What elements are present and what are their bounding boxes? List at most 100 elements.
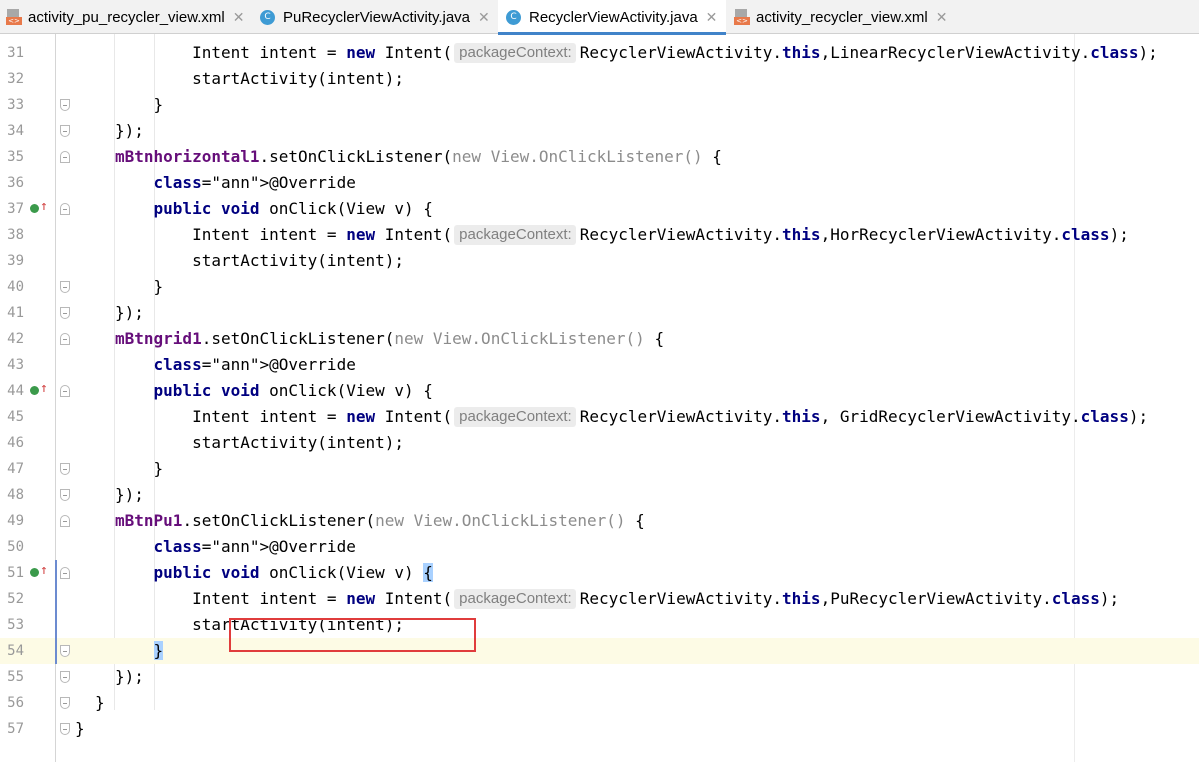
code-line[interactable]: 50 class="ann">@Override xyxy=(0,534,1199,560)
fold-close-icon[interactable] xyxy=(60,281,70,293)
line-number: 39 xyxy=(7,253,24,269)
tab-pu-recycler-view-activity-java[interactable]: C PuRecyclerViewActivity.java ✕ xyxy=(252,0,496,34)
override-method-icon[interactable]: ↑ xyxy=(30,200,50,216)
code-text: }); xyxy=(115,303,144,322)
code-line[interactable]: 41}); xyxy=(0,300,1199,326)
code-line[interactable]: 37 public void onClick(View v) {↑ xyxy=(0,196,1199,222)
code-text: } xyxy=(75,719,85,738)
highlight-box xyxy=(229,618,476,652)
line-number: 43 xyxy=(7,357,24,373)
code-text: } xyxy=(115,95,164,114)
line-number: 50 xyxy=(7,539,24,555)
tab-activity-recycler-view-xml[interactable]: <> activity_recycler_view.xml ✕ xyxy=(728,0,968,34)
tab-recycler-view-activity-java[interactable]: C RecyclerViewActivity.java ✕ xyxy=(498,0,726,35)
code-line[interactable]: 45 Intent intent = new Intent(packageCon… xyxy=(0,404,1199,430)
fold-open-icon[interactable] xyxy=(60,385,70,397)
parameter-hint: packageContext: xyxy=(454,589,576,609)
line-number: 45 xyxy=(7,409,24,425)
fold-close-icon[interactable] xyxy=(60,671,70,683)
code-text: }); xyxy=(115,485,144,504)
code-text: mBtnPu1.setOnClickListener(new View.OnCl… xyxy=(115,511,645,530)
code-line[interactable]: 54 } xyxy=(0,638,1199,664)
fold-close-icon[interactable] xyxy=(60,125,70,137)
code-text: mBtnhorizontal1.setOnClickListener(new V… xyxy=(115,147,722,166)
line-number: 31 xyxy=(7,45,24,61)
override-method-icon[interactable]: ↑ xyxy=(30,564,50,580)
code-text: public void onClick(View v) { xyxy=(153,381,433,400)
line-number: 42 xyxy=(7,331,24,347)
parameter-hint: packageContext: xyxy=(454,407,576,427)
code-text: }); xyxy=(115,667,144,686)
line-number: 51 xyxy=(7,565,24,581)
code-line[interactable]: 39 startActivity(intent); xyxy=(0,248,1199,274)
code-line[interactable]: 51 public void onClick(View v) {↑ xyxy=(0,560,1199,586)
class-icon: C xyxy=(506,9,521,25)
vcs-change-bar[interactable] xyxy=(55,560,57,664)
code-text: startActivity(intent); xyxy=(115,433,404,452)
close-icon[interactable]: ✕ xyxy=(478,9,490,26)
code-line[interactable]: 55}); xyxy=(0,664,1199,690)
fold-close-icon[interactable] xyxy=(60,307,70,319)
code-line[interactable]: 33 } xyxy=(0,92,1199,118)
code-line[interactable]: 56} xyxy=(0,690,1199,716)
fold-close-icon[interactable] xyxy=(60,99,70,111)
code-text: class="ann">@Override xyxy=(153,537,356,556)
code-line[interactable]: 46 startActivity(intent); xyxy=(0,430,1199,456)
code-line[interactable]: 42 mBtngrid1.setOnClickListener(new View.… xyxy=(0,326,1199,352)
parameter-hint: packageContext: xyxy=(454,43,576,63)
line-number: 48 xyxy=(7,487,24,503)
code-line[interactable]: 44 public void onClick(View v) { ↑ xyxy=(0,378,1199,404)
code-prefix: Intent intent = new Intent( xyxy=(115,589,453,608)
fold-open-icon[interactable] xyxy=(60,515,70,527)
line-number: 44 xyxy=(7,383,24,399)
line-number: 40 xyxy=(7,279,24,295)
xml-file-icon: <> xyxy=(6,9,22,25)
code-text: class="ann">@Override xyxy=(153,355,356,374)
fold-close-icon[interactable] xyxy=(60,463,70,475)
close-icon[interactable]: ✕ xyxy=(706,9,718,26)
fold-open-icon[interactable] xyxy=(60,333,70,345)
code-line[interactable]: 53 startActivity(intent); xyxy=(0,612,1199,638)
code-line[interactable]: 32 startActivity(intent); xyxy=(0,66,1199,92)
close-icon[interactable]: ✕ xyxy=(233,9,245,26)
code-line[interactable]: 43 class="ann">@Override xyxy=(0,352,1199,378)
code-prefix: Intent intent = new Intent( xyxy=(115,407,453,426)
code-text: Intent intent = new Intent(packageContex… xyxy=(115,586,1119,612)
code-line[interactable]: 31 Intent intent = new Intent(packageCon… xyxy=(0,40,1199,66)
close-icon[interactable]: ✕ xyxy=(936,9,948,26)
line-number: 33 xyxy=(7,97,24,113)
xml-file-icon: <> xyxy=(734,9,750,25)
line-number: 46 xyxy=(7,435,24,451)
code-text: Intent intent = new Intent(packageContex… xyxy=(115,222,1129,248)
code-line[interactable]: 36 class="ann">@Override xyxy=(0,170,1199,196)
class-icon: C xyxy=(260,9,275,25)
code-line[interactable]: 48}); xyxy=(0,482,1199,508)
fold-close-icon[interactable] xyxy=(60,723,70,735)
code-line[interactable]: 40 } xyxy=(0,274,1199,300)
line-number: 34 xyxy=(7,123,24,139)
code-line[interactable]: 47 } xyxy=(0,456,1199,482)
fold-open-icon[interactable] xyxy=(60,203,70,215)
code-line[interactable]: 38 Intent intent = new Intent(packageCon… xyxy=(0,222,1199,248)
code-text: } xyxy=(115,459,164,478)
fold-close-icon[interactable] xyxy=(60,489,70,501)
code-prefix: Intent intent = new Intent( xyxy=(115,43,453,62)
override-method-icon[interactable]: ↑ xyxy=(30,382,50,398)
fold-close-icon[interactable] xyxy=(60,697,70,709)
code-text: class="ann">@Override xyxy=(153,173,356,192)
fold-open-icon[interactable] xyxy=(60,567,70,579)
code-line[interactable]: 52 Intent intent = new Intent(packageCon… xyxy=(0,586,1199,612)
line-number: 52 xyxy=(7,591,24,607)
code-text: public void onClick(View v) { xyxy=(153,199,433,218)
code-line[interactable]: 35 mBtnhorizontal1.setOnClickListener(new… xyxy=(0,144,1199,170)
code-text: Intent intent = new Intent(packageContex… xyxy=(115,404,1148,430)
code-line[interactable]: 57} xyxy=(0,716,1199,742)
line-number: 36 xyxy=(7,175,24,191)
fold-close-icon[interactable] xyxy=(60,645,70,657)
code-line[interactable]: 34}); xyxy=(0,118,1199,144)
code-line[interactable]: 49 mBtnPu1.setOnClickListener(new View.On… xyxy=(0,508,1199,534)
fold-open-icon[interactable] xyxy=(60,151,70,163)
tab-activity-pu-recycler-view-xml[interactable]: <> activity_pu_recycler_view.xml ✕ xyxy=(0,0,252,34)
line-number: 38 xyxy=(7,227,24,243)
code-editor[interactable]: 31 Intent intent = new Intent(packageCon… xyxy=(0,34,1199,762)
